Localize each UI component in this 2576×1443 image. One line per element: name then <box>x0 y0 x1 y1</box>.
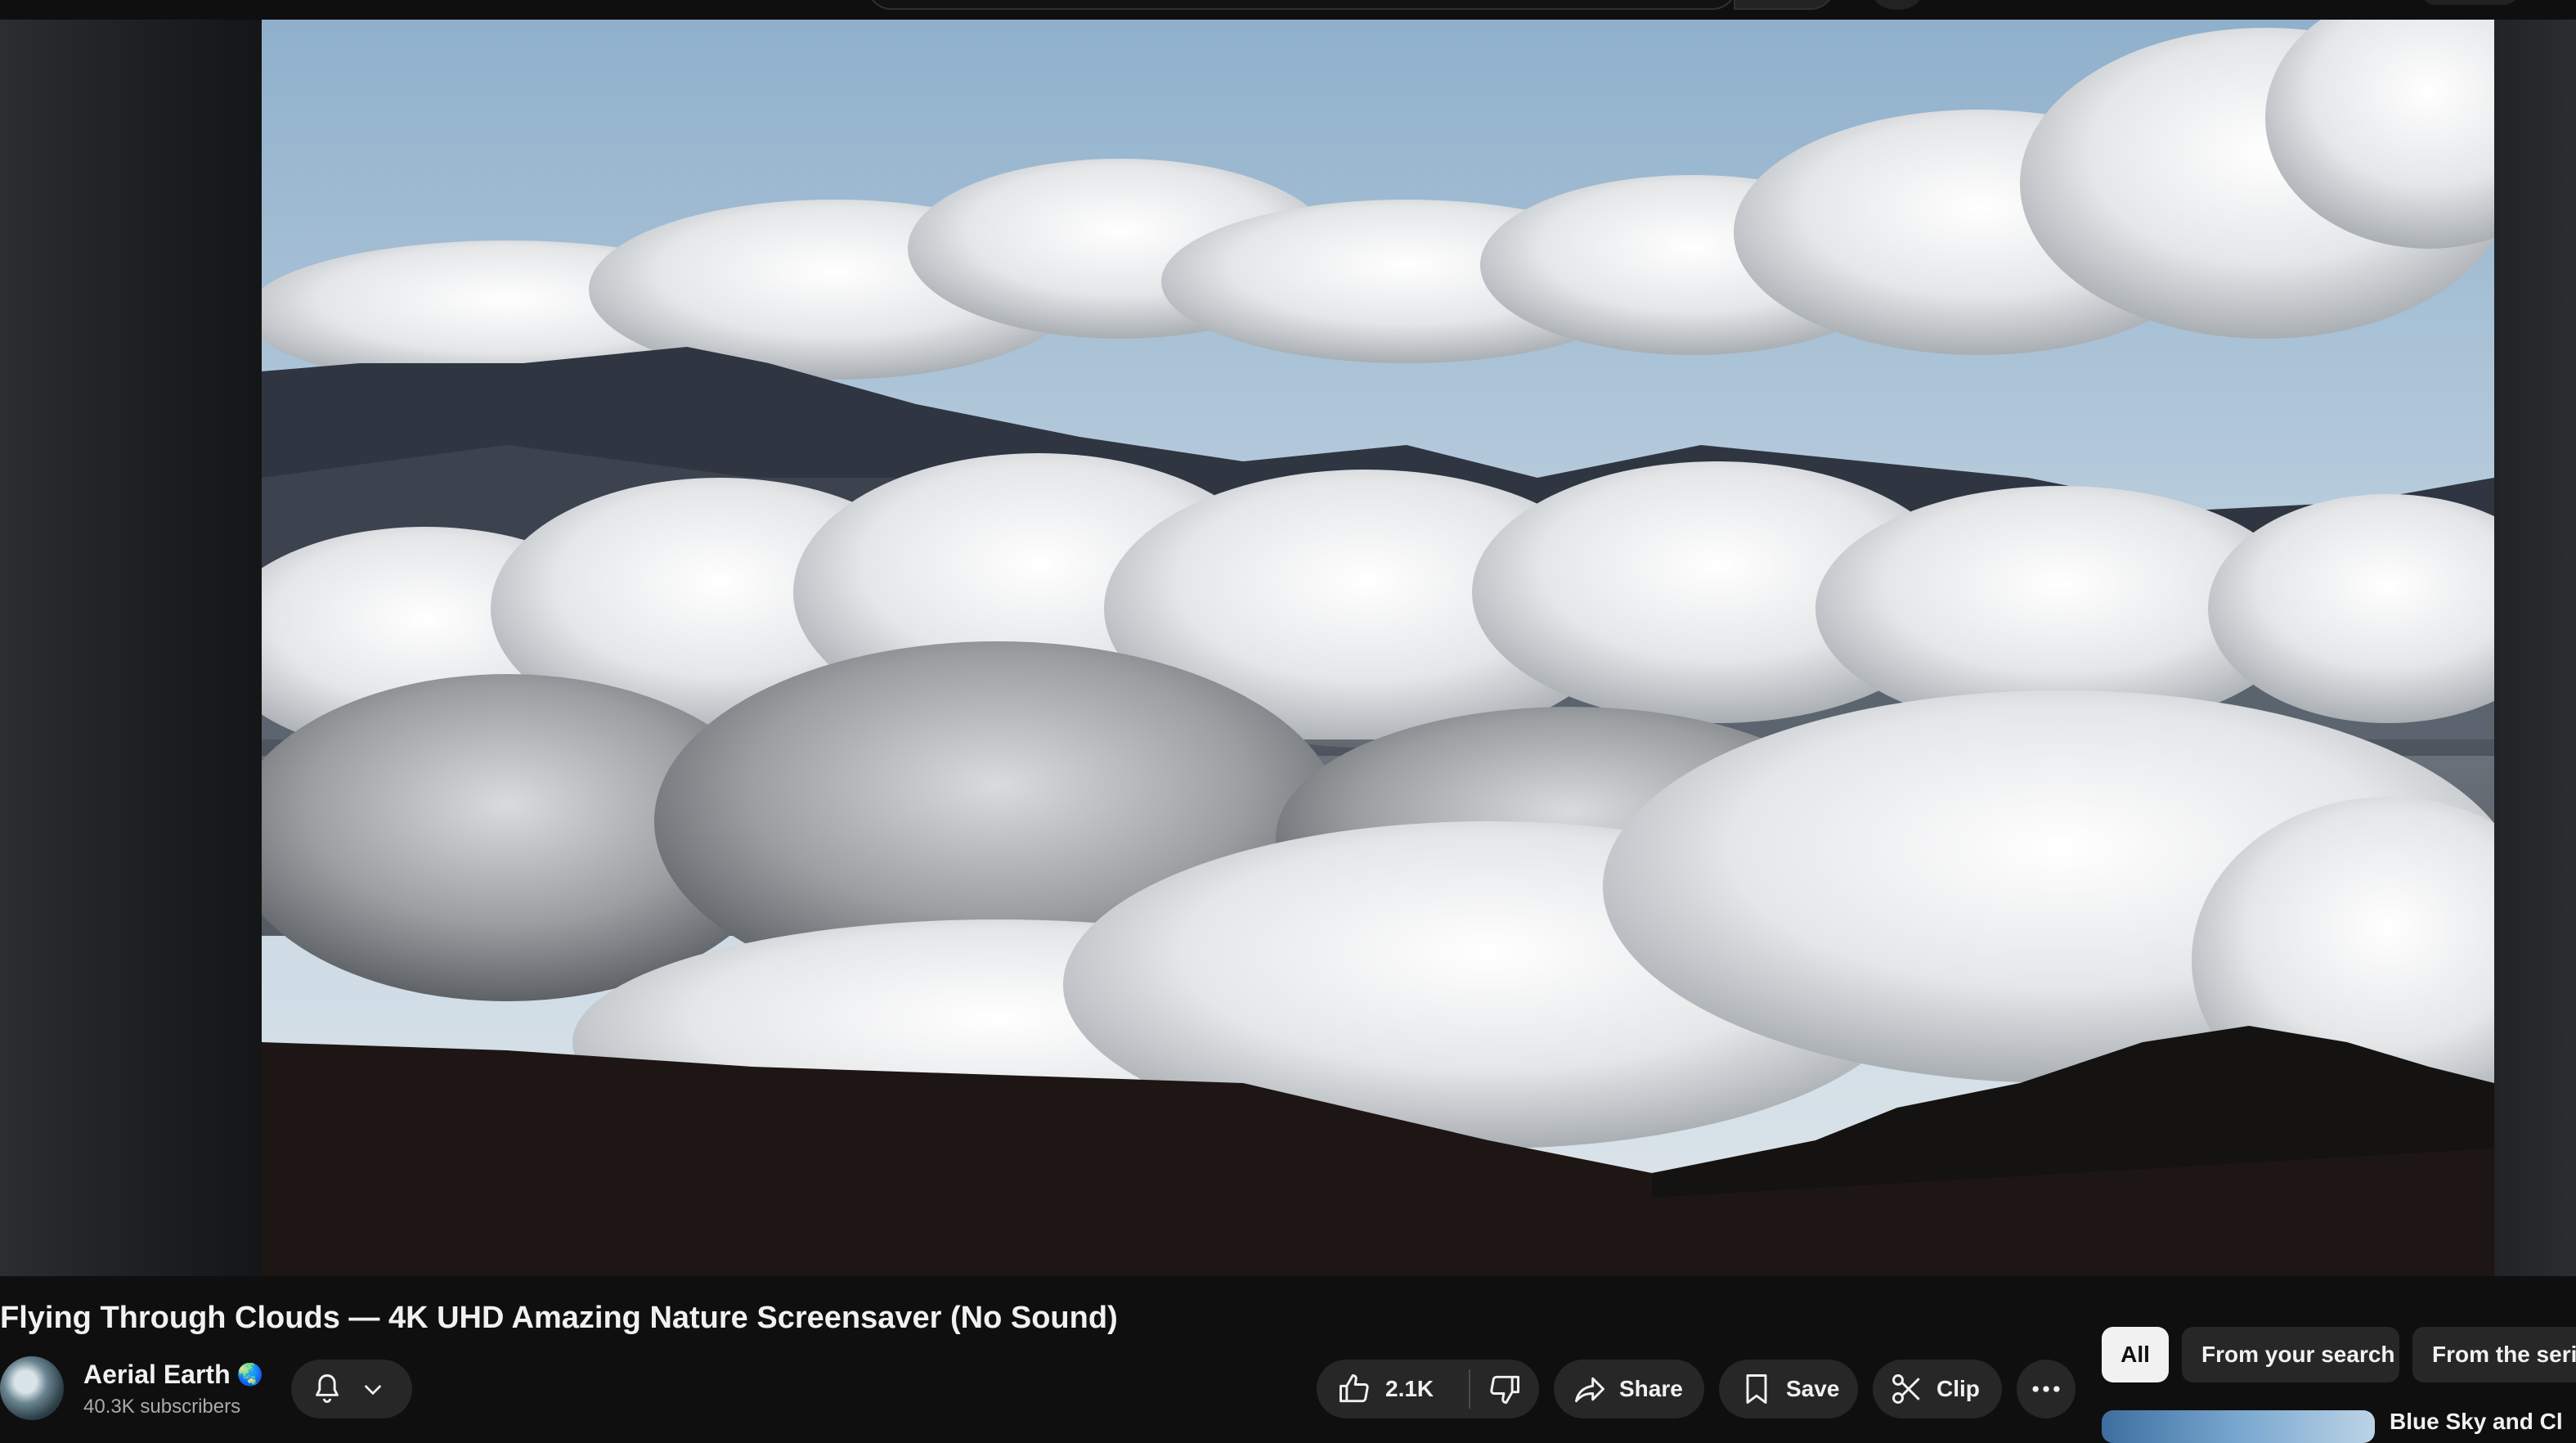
video-player[interactable] <box>262 20 2494 1276</box>
dislike-button[interactable] <box>1470 1371 1523 1407</box>
share-button[interactable]: Share <box>1554 1360 1704 1418</box>
masthead-right-button[interactable] <box>2421 0 2519 5</box>
like-button[interactable]: 2.1K <box>1317 1371 1457 1407</box>
share-label: Share <box>1619 1376 1683 1401</box>
chevron-down-icon <box>364 1385 382 1396</box>
share-icon <box>1575 1377 1604 1403</box>
save-button[interactable]: Save <box>1719 1360 1858 1418</box>
scissors-icon <box>1892 1374 1920 1404</box>
like-dislike-group: 2.1K <box>1317 1360 1539 1418</box>
video-title: Flying Through Clouds — 4K UHD Amazing N… <box>0 1301 1118 1335</box>
channel-avatar[interactable] <box>0 1356 64 1420</box>
video-frame <box>262 20 2494 1276</box>
search-button[interactable] <box>1734 0 1835 10</box>
subscriber-count: 40.3K subscribers <box>83 1396 241 1418</box>
voice-search-button[interactable] <box>1873 0 1922 10</box>
more-actions-button[interactable] <box>2017 1360 2076 1418</box>
more-horizontal-icon <box>2032 1386 2060 1392</box>
clip-button[interactable]: Clip <box>1873 1360 2002 1418</box>
like-count: 2.1K <box>1385 1376 1434 1401</box>
save-label: Save <box>1786 1376 1840 1401</box>
globe-icon: 🌏 <box>236 1362 263 1387</box>
clip-label: Clip <box>1936 1376 1980 1401</box>
chip-from-your-search[interactable]: From your search <box>2182 1327 2399 1382</box>
bell-icon <box>316 1374 339 1404</box>
masthead <box>0 0 2576 20</box>
chip-from-the-series[interactable]: From the serie <box>2412 1327 2576 1382</box>
notification-button[interactable] <box>291 1360 412 1418</box>
up-next-thumbnail[interactable] <box>2102 1410 2375 1443</box>
channel-name-text[interactable]: Aerial Earth <box>83 1360 231 1389</box>
channel-name[interactable]: Aerial Earth 🌏 <box>83 1360 263 1390</box>
chip-all[interactable]: All <box>2102 1327 2169 1382</box>
thumbs-down-icon <box>1490 1375 1519 1404</box>
search-input[interactable] <box>867 0 1737 10</box>
up-next-title[interactable]: Blue Sky and Cl <box>2390 1409 2563 1435</box>
thumbs-up-icon <box>1340 1374 1369 1403</box>
bookmark-icon <box>1746 1374 1767 1404</box>
